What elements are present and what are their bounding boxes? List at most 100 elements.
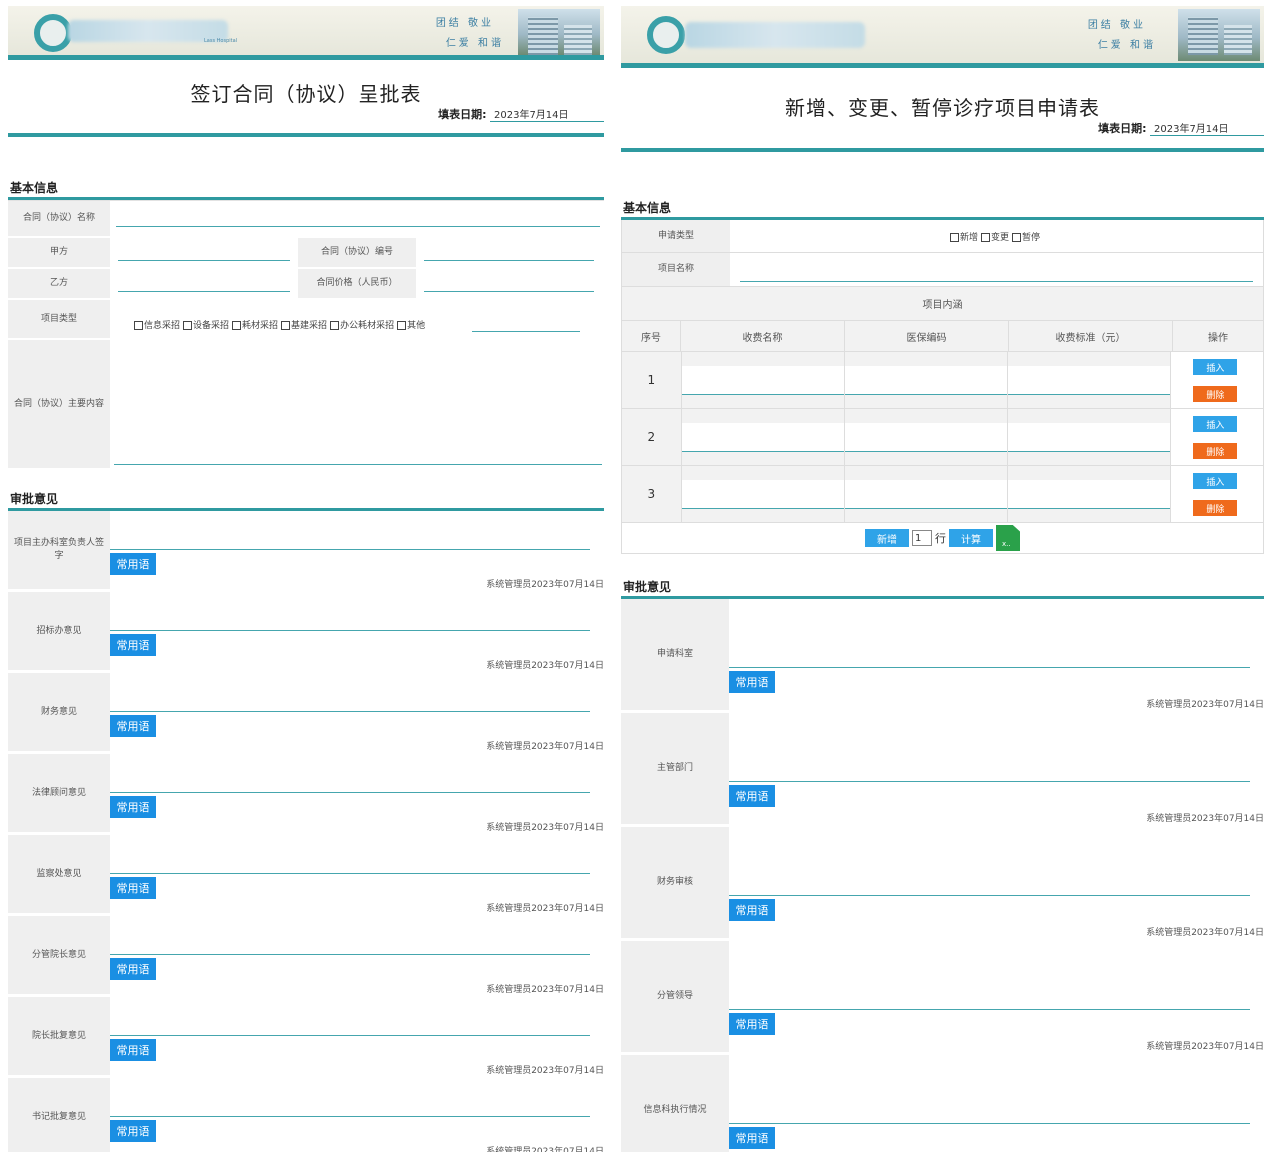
- approval-list: 项目主办科室负责人签字 常用语 系统管理员2023年07月14日 招标办意见 常…: [8, 511, 604, 1152]
- excel-icon[interactable]: x..: [996, 525, 1020, 551]
- approval-signature: 系统管理员2023年07月14日: [486, 661, 604, 671]
- row-main-content: 合同（协议）主要内容: [8, 340, 604, 470]
- hospital-banner: 团结 敬业 仁爱 和谐: [621, 6, 1264, 68]
- common-phrase-button[interactable]: 常用语: [729, 785, 775, 807]
- approval-signature: 系统管理员2023年07月14日: [1146, 1042, 1264, 1052]
- checkbox-change[interactable]: [980, 232, 990, 242]
- hospital-banner: Lass Hospital 团结 敬业 仁爱 和谐: [8, 6, 604, 60]
- approval-opinion-input[interactable]: [110, 873, 590, 874]
- common-phrase-button[interactable]: 常用语: [729, 1127, 775, 1149]
- row-party-a: 甲方 合同（协议）编号: [8, 238, 604, 269]
- row-contract-name: 合同（协议）名称: [8, 201, 604, 238]
- insert-row-button[interactable]: 插入: [1193, 359, 1238, 375]
- common-phrase-button[interactable]: 常用语: [110, 715, 156, 737]
- common-phrase-button[interactable]: 常用语: [729, 899, 775, 921]
- hospital-motto: 团结 敬业 仁爱 和谐: [435, 18, 504, 49]
- delete-row-button[interactable]: 删除: [1193, 443, 1238, 459]
- approval-opinion-input[interactable]: [729, 1123, 1250, 1124]
- hospital-motto: 团结 敬业 仁爱 和谐: [1087, 20, 1156, 51]
- common-phrase-button[interactable]: 常用语: [729, 1013, 775, 1035]
- checkbox-add[interactable]: [949, 232, 959, 242]
- main-content-textarea[interactable]: [114, 464, 602, 465]
- fill-date-value[interactable]: 2023年7月14日: [490, 106, 604, 122]
- party-b-input[interactable]: [118, 291, 290, 292]
- approval-row: 项目主办科室负责人签字 常用语 系统管理员2023年07月14日: [8, 511, 604, 592]
- approval-row: 书记批复意见 常用语 系统管理员2023年07月14日: [8, 1078, 604, 1152]
- approval-signature: 系统管理员2023年07月14日: [486, 904, 604, 914]
- approval-opinion-input[interactable]: [110, 549, 590, 550]
- fee-name-input[interactable]: [681, 480, 844, 509]
- insurance-code-input[interactable]: [844, 480, 1008, 509]
- approval-opinion-input[interactable]: [729, 781, 1250, 782]
- common-phrase-button[interactable]: 常用语: [110, 877, 156, 899]
- common-phrase-button[interactable]: 常用语: [110, 553, 156, 575]
- approval-row: 财务意见 常用语 系统管理员2023年07月14日: [8, 673, 604, 754]
- checkbox-construction-purchase[interactable]: [281, 321, 291, 330]
- basic-info-table: 申请类型 新增 变更 暂停 项目名称 项目内涵 序号 收费名称 医保编码 收费标…: [621, 220, 1264, 554]
- fill-date-value[interactable]: 2023年7月14日: [1150, 120, 1264, 136]
- title-area: 新增、变更、暂停诊疗项目申请表 填表日期: 2023年7月14日: [621, 68, 1264, 152]
- approval-opinion-input[interactable]: [729, 1009, 1250, 1010]
- project-content-header: 项目内涵: [622, 287, 1263, 320]
- basic-info-table: 合同（协议）名称 甲方 合同（协议）编号 乙方 合同价格（人民币） 项目类型 信…: [8, 200, 604, 470]
- approval-signature: 系统管理员2023年07月14日: [486, 742, 604, 752]
- row-seq: 1: [622, 352, 682, 408]
- checkbox-consumable-purchase[interactable]: [232, 321, 242, 330]
- approval-opinion-input[interactable]: [110, 1116, 590, 1117]
- section-approval: 审批意见: [8, 488, 604, 511]
- contract-price-input[interactable]: [424, 291, 594, 292]
- contract-no-input[interactable]: [424, 260, 594, 261]
- delete-row-button[interactable]: 删除: [1193, 500, 1238, 516]
- row-seq: 2: [622, 409, 682, 465]
- fee-name-input[interactable]: [681, 366, 844, 395]
- common-phrase-button[interactable]: 常用语: [110, 958, 156, 980]
- project-name-input[interactable]: [740, 281, 1253, 282]
- approval-row: 信息科执行情况 常用语 系统管理员2023年07月14日: [621, 1055, 1264, 1152]
- insurance-code-input[interactable]: [844, 366, 1008, 395]
- common-phrase-button[interactable]: 常用语: [110, 634, 156, 656]
- common-phrase-button[interactable]: 常用语: [110, 1120, 156, 1142]
- row-seq: 3: [622, 466, 682, 522]
- common-phrase-button[interactable]: 常用语: [729, 671, 775, 693]
- approval-opinion-input[interactable]: [110, 792, 590, 793]
- approval-opinion-input[interactable]: [110, 711, 590, 712]
- hospital-logo: [34, 14, 72, 52]
- common-phrase-button[interactable]: 常用语: [110, 1039, 156, 1061]
- approval-opinion-input[interactable]: [110, 1035, 590, 1036]
- project-type-checkboxes: 信息采招 设备采招 耗材采招 基建采招 办公耗材采招 其他: [134, 318, 428, 331]
- row-party-b: 乙方 合同价格（人民币）: [8, 269, 604, 300]
- checkbox-info-purchase[interactable]: [134, 321, 143, 330]
- fee-table-row: 3 插入 删除: [622, 466, 1263, 523]
- contract-name-input[interactable]: [116, 226, 600, 227]
- approval-row: 招标办意见 常用语 系统管理员2023年07月14日: [8, 592, 604, 673]
- calculate-button[interactable]: 计算: [949, 529, 993, 547]
- hospital-building-image: [518, 9, 600, 55]
- fee-table-header: 序号 收费名称 医保编码 收费标准（元） 操作: [622, 320, 1263, 352]
- checkbox-other[interactable]: [397, 321, 407, 330]
- checkbox-office-purchase[interactable]: [330, 321, 340, 330]
- rows-count-input[interactable]: 1: [912, 530, 932, 546]
- section-approval: 审批意见: [621, 576, 1264, 599]
- approval-opinion-input[interactable]: [110, 954, 590, 955]
- approval-opinion-input[interactable]: [729, 895, 1250, 896]
- fee-name-input[interactable]: [681, 423, 844, 452]
- delete-row-button[interactable]: 删除: [1193, 386, 1238, 402]
- insert-row-button[interactable]: 插入: [1193, 416, 1238, 432]
- common-phrase-button[interactable]: 常用语: [110, 796, 156, 818]
- checkbox-suspend[interactable]: [1012, 232, 1021, 242]
- fee-table-toolbar: 新增 1 行 计算 x..: [622, 523, 1263, 553]
- checkbox-equipment-purchase[interactable]: [183, 321, 193, 330]
- approval-opinion-input[interactable]: [110, 630, 590, 631]
- approval-row: 法律顾问意见 常用语 系统管理员2023年07月14日: [8, 754, 604, 835]
- fee-standard-input[interactable]: [1008, 480, 1171, 509]
- fee-standard-input[interactable]: [1008, 423, 1171, 452]
- add-rows-button[interactable]: 新增: [865, 529, 909, 547]
- party-a-input[interactable]: [118, 260, 290, 261]
- approval-signature: 系统管理员2023年07月14日: [486, 1066, 604, 1076]
- approval-opinion-input[interactable]: [729, 667, 1250, 668]
- other-type-input[interactable]: [472, 331, 580, 332]
- insurance-code-input[interactable]: [844, 423, 1008, 452]
- insert-row-button[interactable]: 插入: [1193, 473, 1238, 489]
- fee-standard-input[interactable]: [1008, 366, 1171, 395]
- fee-table-row: 1 插入 删除: [622, 352, 1263, 409]
